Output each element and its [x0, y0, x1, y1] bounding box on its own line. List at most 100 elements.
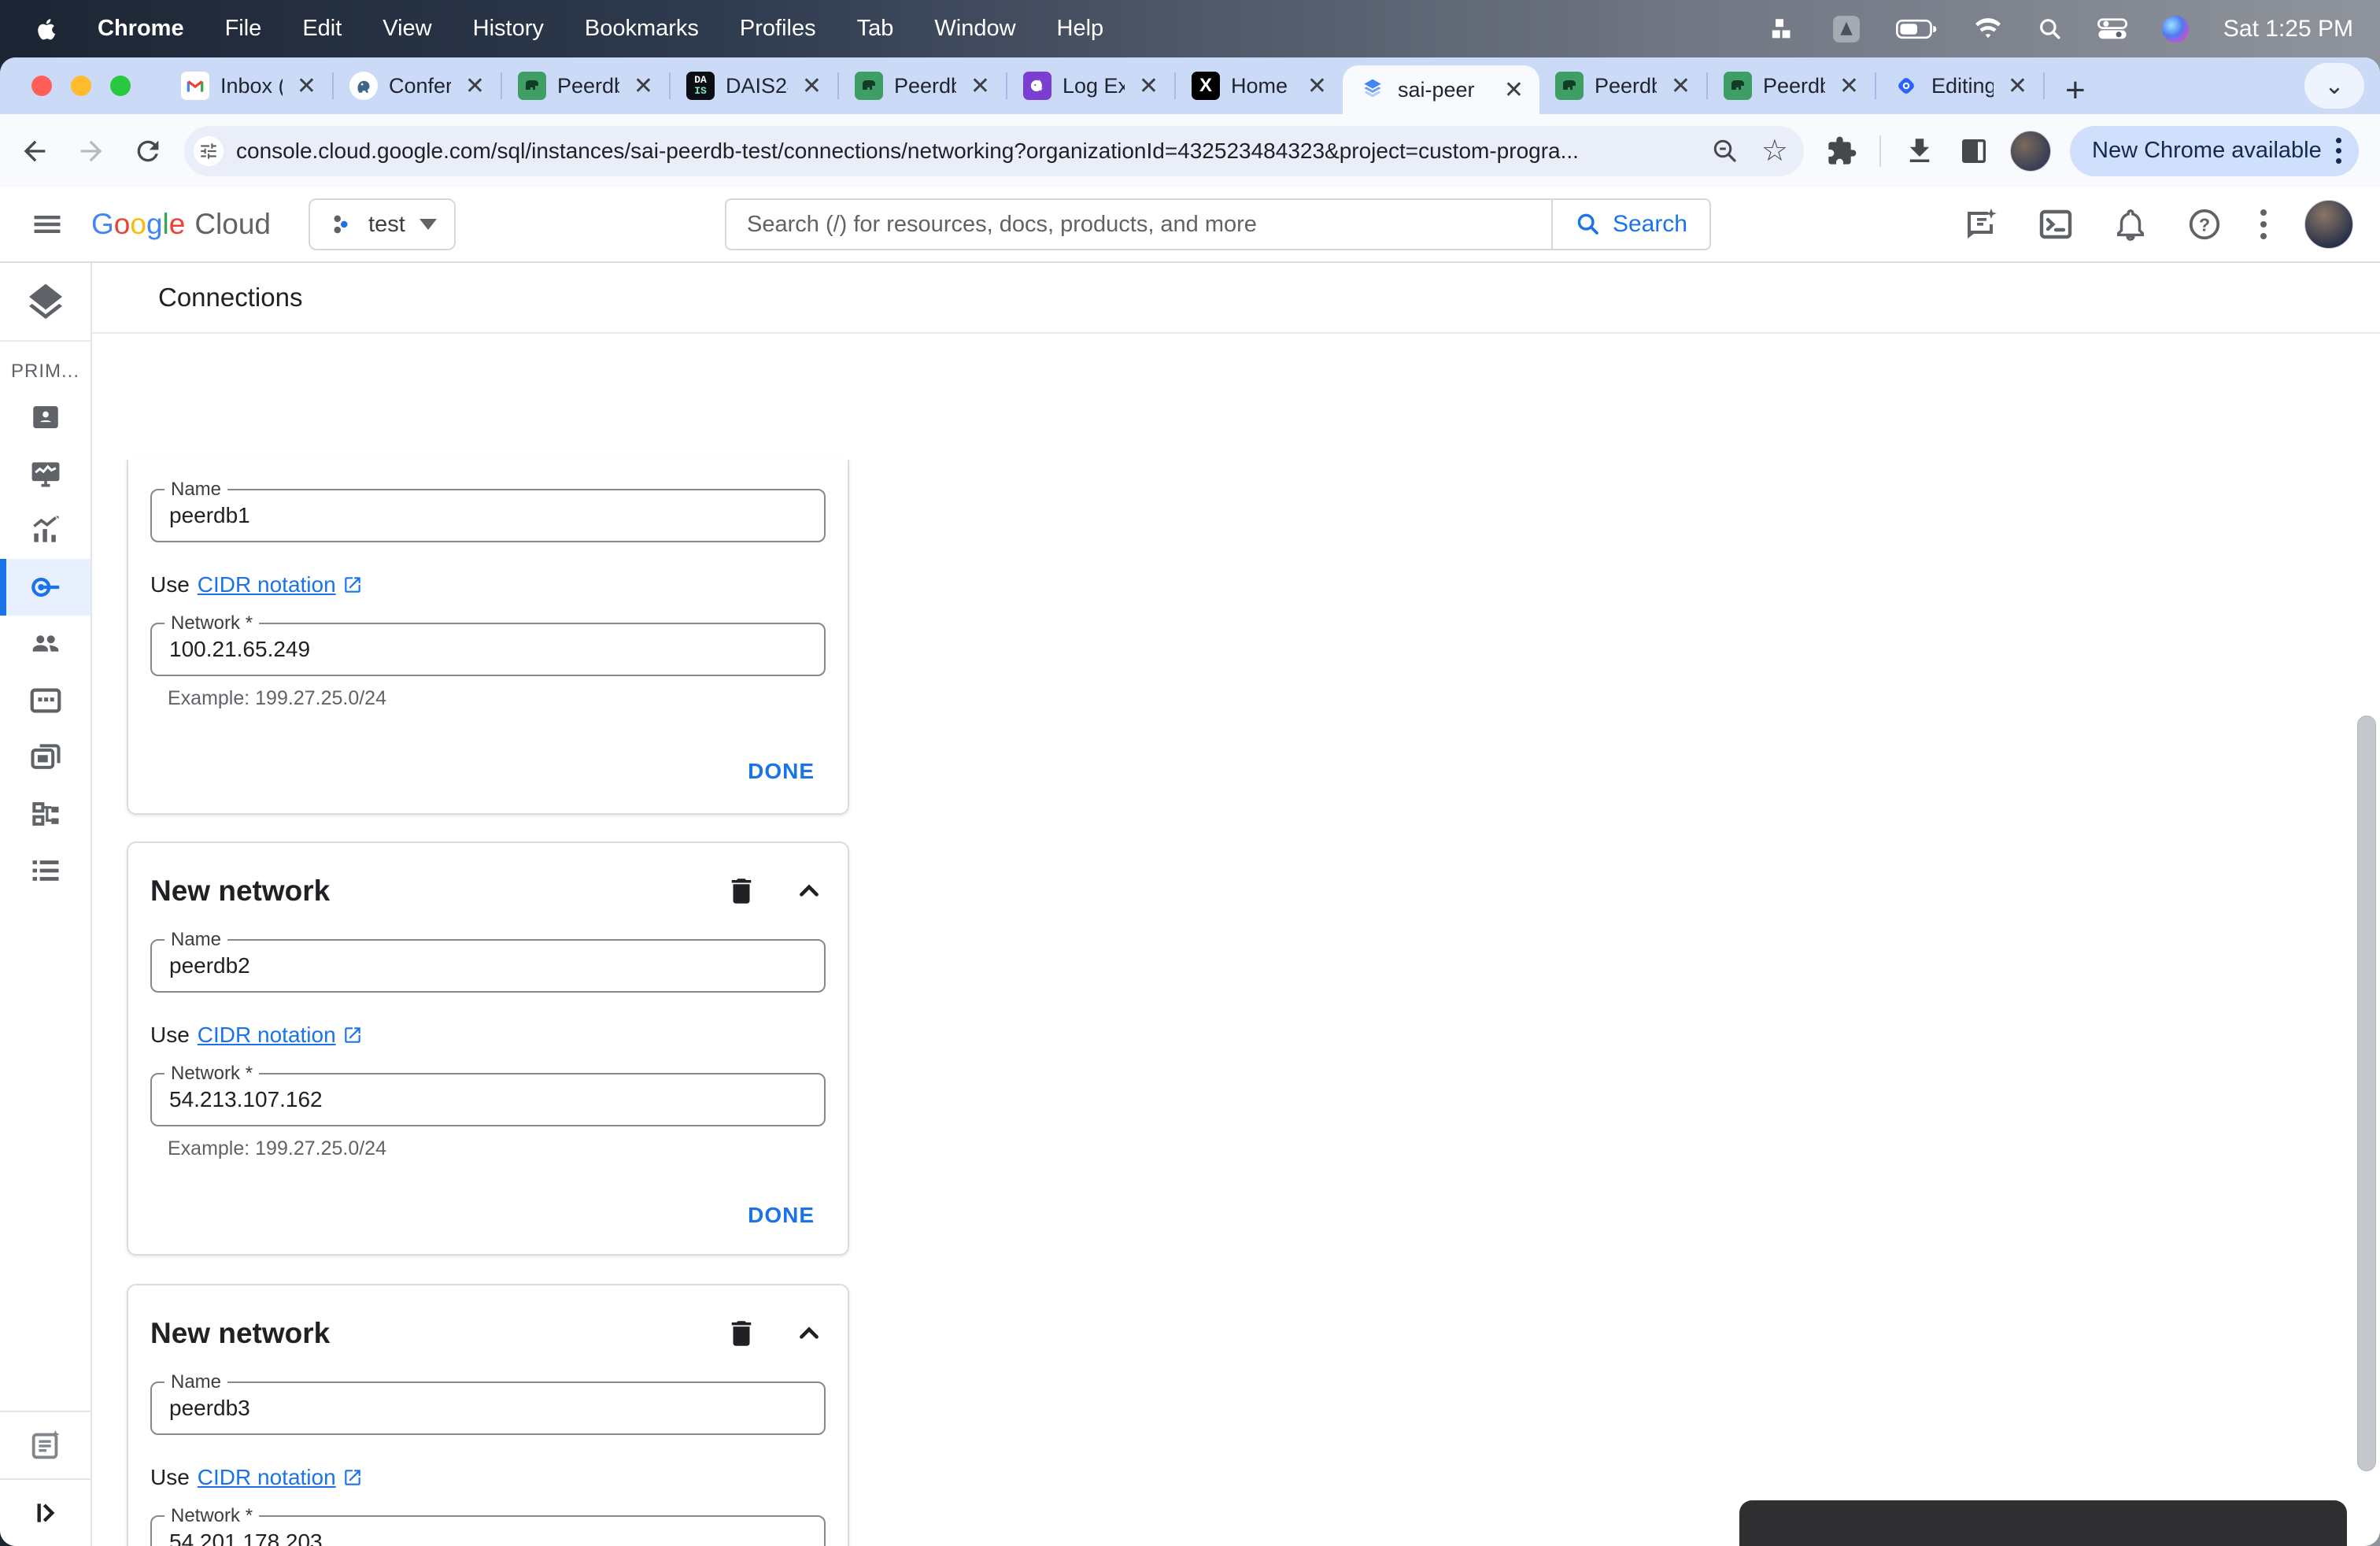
- collapse-card-button[interactable]: [793, 875, 826, 908]
- url-text[interactable]: console.cloud.google.com/sql/instances/s…: [236, 139, 1689, 164]
- close-tab-icon[interactable]: ✕: [1836, 72, 1862, 100]
- notifications-icon[interactable]: [2112, 206, 2149, 242]
- back-button[interactable]: [13, 135, 57, 167]
- delete-network-button[interactable]: [725, 1317, 758, 1350]
- battery-icon[interactable]: [1895, 18, 1938, 40]
- control-center-icon[interactable]: [2097, 17, 2127, 41]
- menu-profiles[interactable]: Profiles: [740, 16, 816, 42]
- address-bar[interactable]: console.cloud.google.com/sql/instances/s…: [184, 125, 1804, 176]
- done-button[interactable]: DONE: [737, 1196, 826, 1234]
- close-tab-icon[interactable]: ✕: [462, 72, 488, 100]
- close-tab-icon[interactable]: ✕: [1668, 72, 1694, 100]
- site-settings-icon[interactable]: [194, 135, 224, 166]
- menu-file[interactable]: File: [225, 16, 262, 42]
- minimize-window-button[interactable]: [71, 76, 91, 96]
- menu-bookmarks[interactable]: Bookmarks: [585, 16, 699, 42]
- bookmark-star-icon[interactable]: ☆: [1761, 136, 1788, 166]
- gcloud-search-bar[interactable]: Search: [725, 198, 1711, 250]
- close-tab-icon[interactable]: ✕: [1136, 72, 1162, 100]
- close-tab-icon[interactable]: ✕: [799, 72, 825, 100]
- name-input[interactable]: [152, 1383, 824, 1433]
- zoom-window-button[interactable]: [110, 76, 131, 96]
- nav-release-notes[interactable]: [0, 1411, 91, 1478]
- tab-search-chevron[interactable]: ⌄: [2304, 63, 2364, 109]
- cloud-shell-icon[interactable]: [2037, 205, 2075, 243]
- tab-inbox[interactable]: Inbox (5 ✕: [165, 57, 332, 114]
- forward-button[interactable]: [69, 135, 113, 167]
- close-tab-icon[interactable]: ✕: [1304, 72, 1330, 100]
- browser-menu-icon[interactable]: [2335, 138, 2341, 164]
- network-card-3: New network Name Use CIDR notation: [127, 1284, 849, 1546]
- stage-manager-icon[interactable]: [1770, 16, 1797, 43]
- nav-operations[interactable]: [0, 842, 91, 899]
- nav-connections[interactable]: [0, 559, 91, 616]
- nav-query-insights[interactable]: [0, 502, 91, 559]
- close-tab-icon[interactable]: ✕: [1501, 76, 1527, 104]
- cidr-notation-link[interactable]: CIDR notation: [198, 1023, 363, 1048]
- account-avatar[interactable]: [2304, 200, 2353, 249]
- help-icon[interactable]: ?: [2186, 206, 2223, 242]
- collapse-card-button[interactable]: [793, 1317, 826, 1350]
- google-cloud-logo[interactable]: Google Cloud: [91, 208, 271, 241]
- siri-icon[interactable]: [2161, 15, 2189, 43]
- gcloud-header: Google Cloud test Search (/) for resourc…: [0, 187, 2380, 263]
- tab-peerdb-2[interactable]: Peerdb ( ✕: [839, 57, 1006, 114]
- chrome-update-pill[interactable]: New Chrome available: [2070, 125, 2359, 176]
- tab-peerdb-3[interactable]: Peerdb ( ✕: [1539, 57, 1706, 114]
- nav-overview[interactable]: [0, 389, 91, 446]
- delete-network-button[interactable]: [725, 875, 758, 908]
- nav-replicas[interactable]: [0, 786, 91, 842]
- close-tab-icon[interactable]: ✕: [2005, 72, 2031, 100]
- menu-help[interactable]: Help: [1057, 16, 1104, 42]
- close-window-button[interactable]: [31, 76, 52, 96]
- release-notes-icon[interactable]: [1961, 205, 1999, 243]
- close-tab-icon[interactable]: ✕: [630, 72, 656, 100]
- tab-peerdb-1[interactable]: Peerdb ( ✕: [502, 57, 669, 114]
- app-status-icon[interactable]: [1831, 13, 1861, 45]
- side-panel-icon[interactable]: [1958, 135, 1990, 167]
- gcloud-search-input[interactable]: [726, 211, 1551, 238]
- gcloud-more-icon[interactable]: [2260, 209, 2267, 239]
- menu-tab[interactable]: Tab: [857, 16, 894, 42]
- menu-clock[interactable]: Sat 1:25 PM: [2223, 16, 2353, 43]
- nav-system-insights[interactable]: [0, 446, 91, 502]
- menu-window[interactable]: Window: [934, 16, 1015, 42]
- tab-x-home[interactable]: X Home / X ✕: [1176, 57, 1343, 114]
- close-tab-icon[interactable]: ✕: [294, 72, 320, 100]
- tab-conference[interactable]: Confere ✕: [334, 57, 501, 114]
- menu-view[interactable]: View: [382, 16, 431, 42]
- vertical-scrollbar[interactable]: [2357, 716, 2376, 1471]
- reload-button[interactable]: [126, 135, 170, 167]
- close-tab-icon[interactable]: ✕: [967, 72, 993, 100]
- name-input[interactable]: [152, 941, 824, 991]
- zoom-out-icon[interactable]: [1711, 137, 1739, 165]
- nav-databases[interactable]: [0, 672, 91, 729]
- postgres-favicon: [349, 72, 378, 100]
- extensions-icon[interactable]: [1826, 135, 1857, 167]
- gcloud-search-button[interactable]: Search: [1550, 200, 1709, 249]
- menu-edit[interactable]: Edit: [302, 16, 342, 42]
- name-input[interactable]: [152, 490, 824, 541]
- tab-sai-peerdb-active[interactable]: sai-peer ✕: [1343, 65, 1539, 114]
- tab-log-explorer[interactable]: Log Expl ✕: [1007, 57, 1174, 114]
- nav-backups[interactable]: [0, 729, 91, 786]
- new-tab-button[interactable]: +: [2045, 67, 2106, 114]
- menu-history[interactable]: History: [473, 16, 544, 42]
- spotlight-icon[interactable]: [2038, 17, 2063, 42]
- download-icon[interactable]: [1903, 135, 1936, 168]
- wifi-icon[interactable]: [1973, 17, 2003, 41]
- apple-icon[interactable]: [33, 15, 57, 43]
- tab-peerdb-4[interactable]: Peerdb ( ✕: [1708, 57, 1875, 114]
- nav-menu-icon[interactable]: [30, 207, 65, 242]
- cidr-notation-link[interactable]: CIDR notation: [198, 572, 363, 597]
- trash-icon: [731, 878, 752, 904]
- cidr-notation-link[interactable]: CIDR notation: [198, 1465, 363, 1490]
- tab-editing[interactable]: Editing " ✕: [1876, 57, 2043, 114]
- nav-expand-panel[interactable]: [0, 1478, 91, 1546]
- tab-dais24[interactable]: DAIS DAIS24 ✕: [671, 57, 837, 114]
- browser-profile-avatar[interactable]: [2010, 130, 2051, 172]
- project-selector[interactable]: test: [309, 198, 456, 250]
- done-button[interactable]: DONE: [737, 753, 826, 790]
- nav-users[interactable]: [0, 616, 91, 672]
- menu-chrome[interactable]: Chrome: [98, 16, 184, 42]
